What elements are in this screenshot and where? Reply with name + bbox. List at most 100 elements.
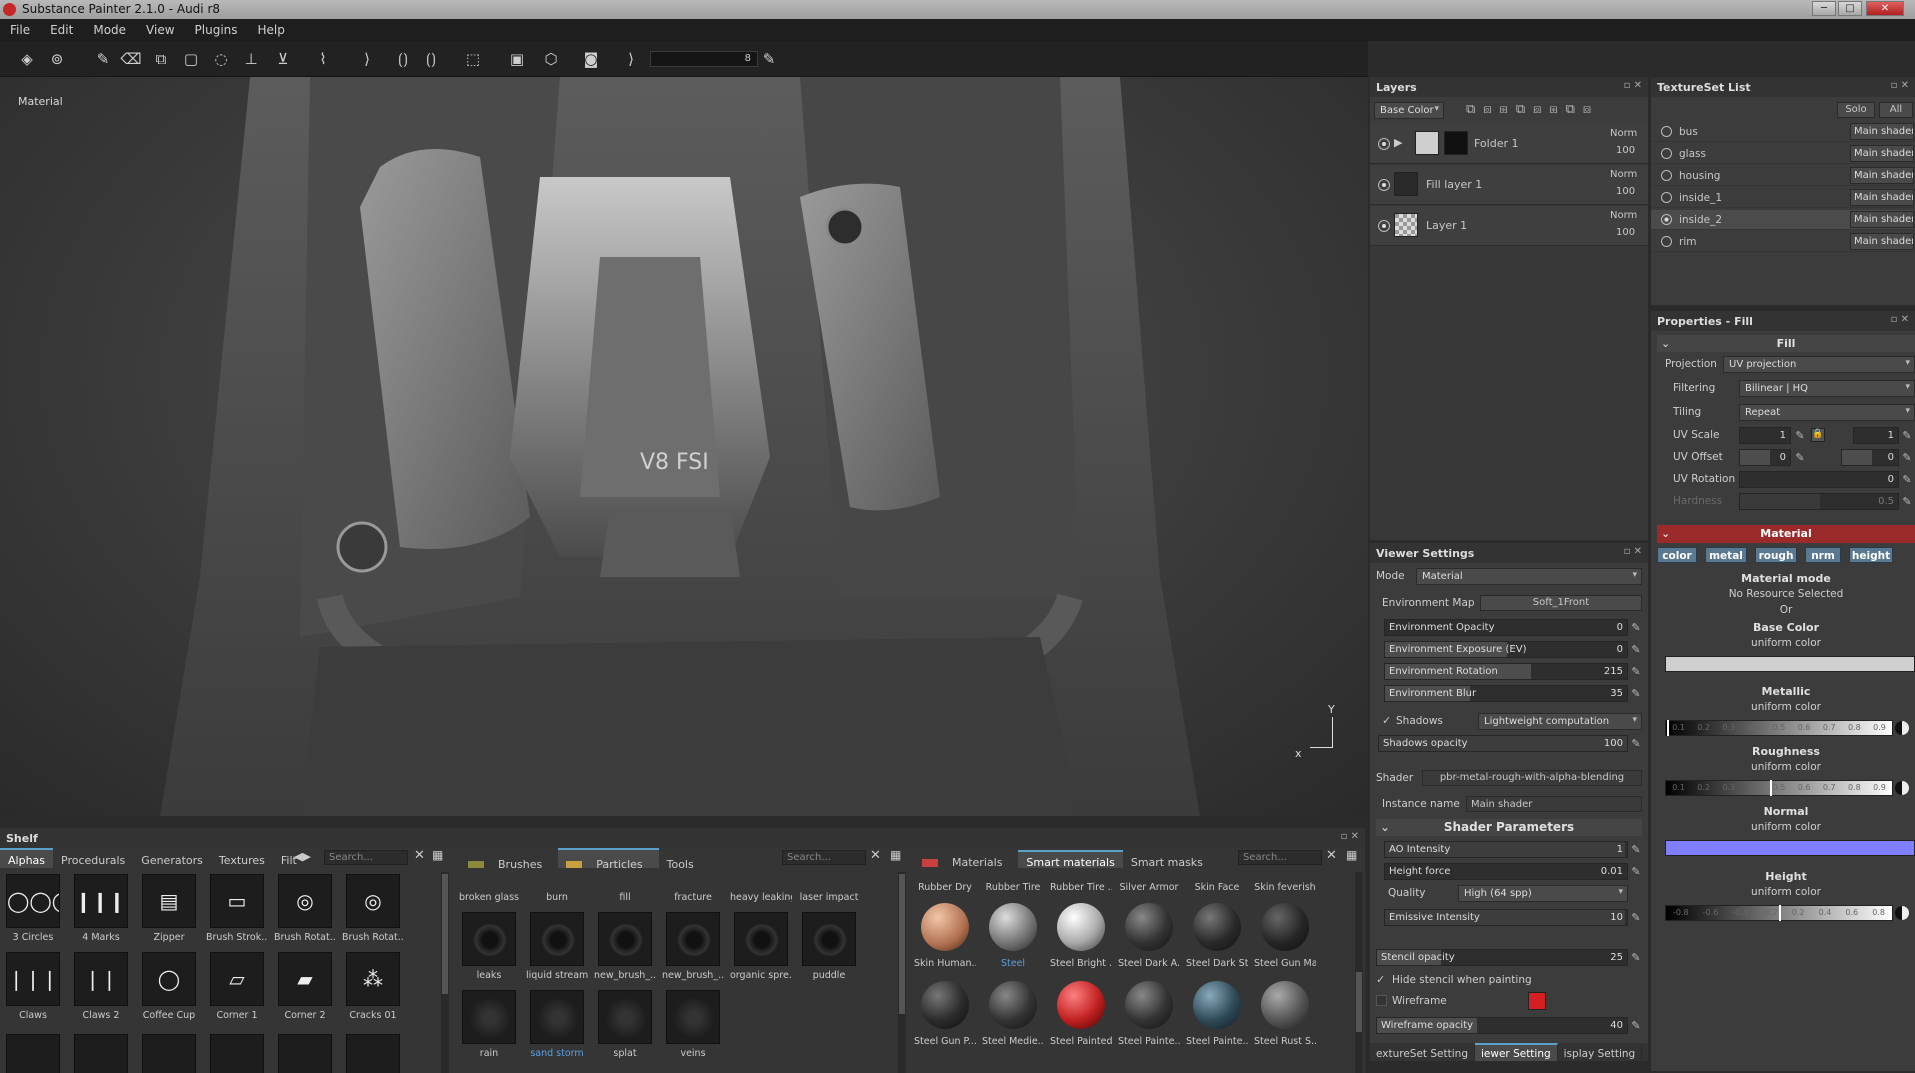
all-button[interactable]: All [1879, 102, 1913, 118]
material-mode-value[interactable]: No Resource Selected [1657, 588, 1915, 600]
menu-mode[interactable]: Mode [83, 19, 136, 37]
close-button[interactable]: ✕ [1866, 1, 1904, 16]
shadows-opacity-slider[interactable]: Shadows opacity 100 [1378, 735, 1628, 752]
textureset-row-housing[interactable]: housing Main shader [1651, 166, 1914, 186]
edit-pen-icon[interactable]: ✎ [1793, 451, 1807, 465]
particle-item[interactable]: sand storm [526, 990, 588, 1062]
metallic-handle[interactable] [1667, 720, 1669, 736]
material-section-header[interactable]: ⌄ Material [1657, 525, 1915, 543]
lasso-icon[interactable]: ◌ [210, 48, 232, 70]
alpha-item-partial[interactable] [6, 1034, 60, 1073]
tab-tools[interactable]: Tools [659, 854, 702, 868]
substance-icon[interactable]: ⊚ [46, 48, 68, 70]
edit-pen-icon[interactable]: ✎ [1629, 643, 1643, 657]
alpha-item[interactable]: ⁂ Cracks 01 [342, 952, 404, 1024]
maximize-button[interactable]: □ [1838, 1, 1862, 16]
material-item-label[interactable]: Rubber Tire [982, 882, 1044, 893]
env-rotation-slider[interactable]: Environment Rotation 215 [1384, 663, 1628, 680]
edit-pen-icon[interactable]: ✎ [1900, 429, 1914, 443]
textureset-shader-select[interactable]: Main shader [1850, 123, 1914, 140]
env-map-button[interactable]: Soft_1Front [1480, 595, 1642, 611]
roughness-handle[interactable] [1770, 780, 1772, 796]
layers-icon[interactable]: ◈ [16, 48, 38, 70]
channel-nrm-button[interactable]: nrm [1805, 547, 1841, 563]
edit-pen-icon[interactable]: ✎ [1629, 1019, 1643, 1033]
textureset-row-glass[interactable]: glass Main shader [1651, 144, 1914, 164]
layer-blend-mode[interactable]: Norm [1610, 128, 1637, 139]
alpha-item-partial[interactable] [74, 1034, 128, 1073]
hardness-slider[interactable]: 0.5 [1739, 493, 1899, 510]
menu-plugins[interactable]: Plugins [185, 19, 248, 37]
tab-brushes[interactable]: Brushes [460, 850, 558, 868]
menu-view[interactable]: View [136, 19, 184, 37]
particle-item[interactable]: fill [594, 872, 656, 906]
tiling-select[interactable]: Repeat [1739, 404, 1915, 421]
material-item-label[interactable]: Skin Face [1186, 882, 1248, 893]
polygon-fill-icon[interactable]: ▢ [180, 48, 202, 70]
channel-height-button[interactable]: height [1849, 547, 1893, 563]
textureset-radio[interactable] [1661, 170, 1672, 181]
brush-size-slider[interactable]: 8 [650, 51, 758, 67]
edit-pen-icon[interactable]: ✎ [1629, 621, 1643, 635]
minimize-button[interactable]: ─ [1812, 1, 1836, 16]
alpha-item[interactable]: ▭ Brush Strok... [206, 874, 268, 946]
visibility-eye-icon[interactable] [1378, 179, 1390, 191]
edit-pen-icon[interactable]: ✎ [1793, 429, 1807, 443]
filtering-select[interactable]: Bilinear | HQ [1739, 380, 1915, 397]
particle-item[interactable]: splat [594, 990, 656, 1062]
edit-pen-icon[interactable]: ✎ [1900, 473, 1914, 487]
color-picker-icon[interactable] [1895, 781, 1909, 795]
stamp-icon[interactable]: ⊻ [272, 48, 294, 70]
layer-row-folder-1[interactable]: ▶ Folder 1 Norm 100 [1370, 124, 1648, 164]
tab-viewer-settings[interactable]: iewer Setting [1474, 1043, 1558, 1061]
hide-stencil-checkbox[interactable]: ✓ [1376, 973, 1385, 986]
tab-smart-masks[interactable]: Smart masks [1123, 852, 1211, 868]
eraser-icon[interactable]: ⌫ [120, 48, 142, 70]
video-icon[interactable]: ▣ [506, 48, 528, 70]
tab-procedurals[interactable]: Procedurals [53, 850, 133, 868]
channel-metal-button[interactable]: metal [1705, 547, 1747, 563]
screenshot-icon[interactable]: ◙ [580, 48, 602, 70]
edit-pen-icon[interactable]: ✎ [1629, 665, 1643, 679]
ao-intensity-slider[interactable]: AO Intensity 1 [1384, 841, 1628, 858]
smudge-icon[interactable]: ⌇ [312, 48, 334, 70]
menu-help[interactable]: Help [248, 19, 295, 37]
height-slider[interactable]: -0.8 -0.6 -0.4 -0.2 0.2 0.4 0.6 0.8 [1665, 905, 1893, 921]
alpha-item[interactable]: ◎ Brush Rotat... [342, 874, 404, 946]
clear-search-icon[interactable]: ✕ [1326, 848, 1337, 863]
menu-file[interactable]: File [0, 19, 40, 37]
particle-item[interactable]: liquid stream [526, 912, 588, 984]
shader-button[interactable]: pbr-metal-rough-with-alpha-blending [1422, 770, 1642, 786]
edit-pen-icon[interactable]: ✎ [1629, 911, 1643, 925]
textureset-radio[interactable] [1661, 192, 1672, 203]
material-item[interactable]: Skin Human... [914, 900, 976, 972]
textureset-row-rim[interactable]: rim Main shader [1651, 232, 1914, 252]
particle-item[interactable]: fracture [662, 872, 724, 906]
folder-expand-icon[interactable]: ▶ [1394, 136, 1402, 149]
edit-pen-icon[interactable]: ✎ [1900, 451, 1914, 465]
clone-icon[interactable]: ⊥ [240, 48, 262, 70]
tab-materials[interactable]: Materials [914, 848, 1018, 868]
roughness-slider[interactable]: 0.1 0.2 0.3 0.4 0.5 0.6 0.7 0.8 0.9 [1665, 780, 1893, 796]
particle-item[interactable]: puddle [798, 912, 860, 984]
grid-view-icon[interactable]: ▦ [1346, 848, 1357, 862]
render-icon[interactable]: ⬡ [540, 48, 562, 70]
uv-rotation-slider[interactable]: 0 [1739, 471, 1899, 488]
layer-opacity[interactable]: 100 [1616, 145, 1635, 156]
tab-display-settings[interactable]: isplay Setting [1558, 1045, 1643, 1061]
base-color-swatch[interactable] [1665, 656, 1915, 672]
particle-item[interactable]: leaks [458, 912, 520, 984]
edit-pen-icon[interactable]: ✎ [1629, 951, 1643, 965]
alpha-item-partial[interactable] [142, 1034, 196, 1073]
textureset-row-bus[interactable]: bus Main shader [1651, 122, 1914, 142]
wireframe-checkbox[interactable] [1376, 995, 1387, 1006]
fill-section-header[interactable]: ⌄ Fill [1657, 335, 1915, 352]
visibility-eye-icon[interactable] [1378, 138, 1390, 150]
picker-icon[interactable]: ⟩ [356, 48, 378, 70]
quality-select[interactable]: High (64 spp) [1458, 885, 1628, 902]
textureset-row-inside-1[interactable]: inside_1 Main shader [1651, 188, 1914, 208]
stencil-opacity-slider[interactable]: Stencil opacity 25 [1376, 949, 1628, 966]
wireframe-opacity-slider[interactable]: Wireframe opacity 40 [1376, 1017, 1628, 1034]
particle-item[interactable]: heavy leaking [730, 872, 792, 906]
paint-brush-icon[interactable]: ✎ [92, 48, 114, 70]
